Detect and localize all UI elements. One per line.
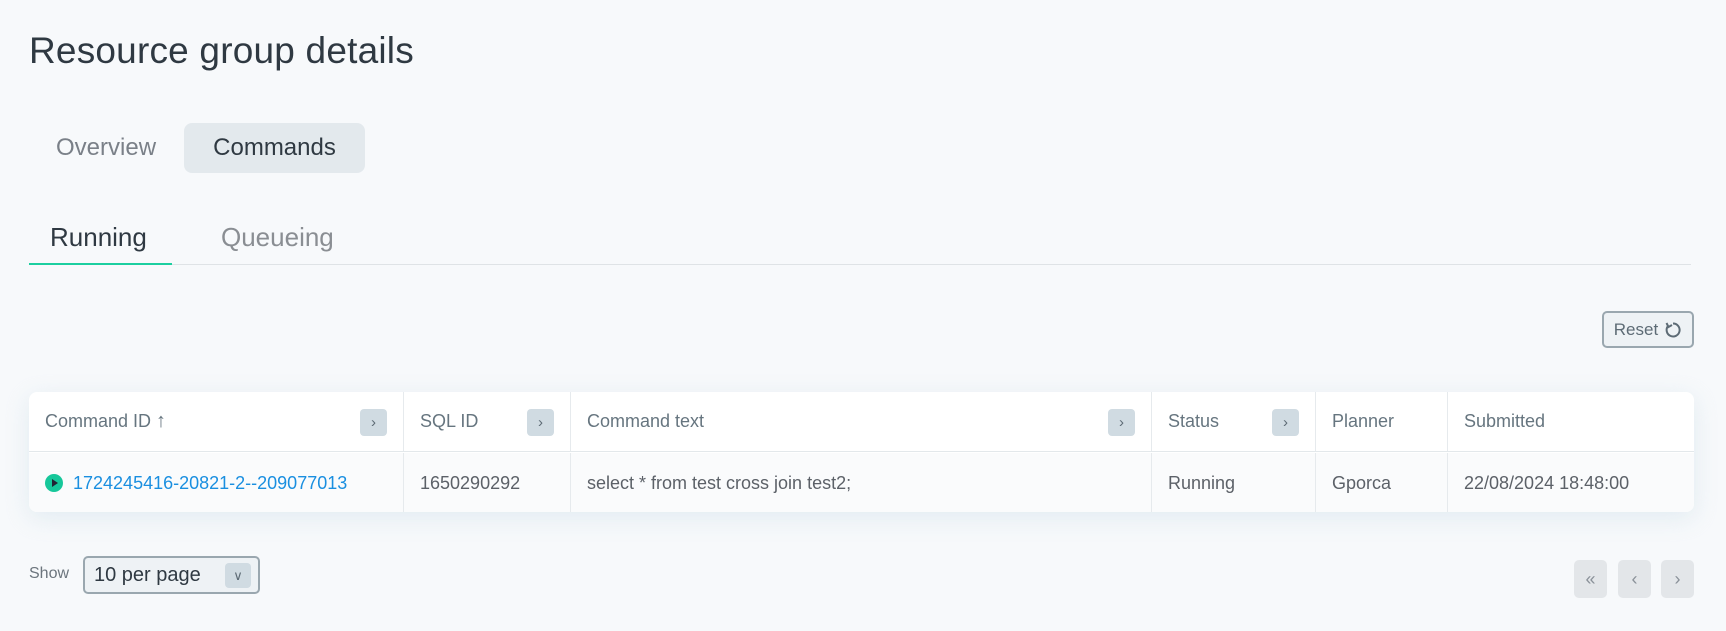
chevron-right-icon: › <box>1674 568 1681 589</box>
page-size-value: 10 per page <box>94 563 201 586</box>
table-row: 1724245416-20821-2--209077013 1650290292… <box>29 453 1694 512</box>
command-id-link[interactable]: 1724245416-20821-2--209077013 <box>73 473 347 494</box>
subtab-running[interactable]: Running <box>50 222 147 253</box>
next-page-button[interactable]: › <box>1661 560 1694 598</box>
header-command-id[interactable]: Command ID ↑ › <box>29 392 404 451</box>
header-status[interactable]: Status › <box>1152 392 1316 451</box>
header-planner[interactable]: Planner <box>1316 392 1448 451</box>
chevron-left-icon: ‹ <box>1631 568 1638 589</box>
reset-button[interactable]: Reset <box>1602 311 1694 348</box>
previous-page-button[interactable]: ‹ <box>1618 560 1651 598</box>
sort-ascending-icon: ↑ <box>156 410 167 432</box>
cell-planner: Gporca <box>1316 453 1448 512</box>
header-command-text[interactable]: Command text › <box>571 392 1152 451</box>
chevron-down-icon: ∨ <box>225 563 251 588</box>
header-submitted[interactable]: Submitted <box>1448 392 1694 451</box>
expand-column-icon[interactable]: › <box>360 409 387 436</box>
subtab-queueing[interactable]: Queueing <box>221 222 334 253</box>
page-size-select[interactable]: 10 per page ∨ <box>83 556 260 594</box>
subtab-divider <box>29 264 1691 265</box>
tab-overview[interactable]: Overview <box>29 123 183 173</box>
running-icon <box>45 474 63 492</box>
table-header-row: Command ID ↑ › SQL ID › Command text › Stat… <box>29 392 1694 452</box>
cell-command-text: select * from test cross join test2; <box>571 453 1152 512</box>
first-page-button[interactable]: « <box>1574 560 1607 598</box>
reset-label: Reset <box>1613 319 1659 339</box>
expand-column-icon[interactable]: › <box>1108 409 1135 436</box>
show-label: Show <box>29 565 70 582</box>
double-chevron-left-icon: « <box>1585 568 1596 589</box>
commands-table: Command ID ↑ › SQL ID › Command text › Stat… <box>29 392 1694 512</box>
cell-status: Running <box>1152 453 1316 512</box>
expand-column-icon[interactable]: › <box>1272 409 1299 436</box>
refresh-icon <box>1665 321 1681 337</box>
expand-column-icon[interactable]: › <box>527 409 554 436</box>
active-subtab-indicator <box>29 263 172 265</box>
tab-commands[interactable]: Commands <box>184 123 365 173</box>
header-sql-id[interactable]: SQL ID › <box>404 392 571 451</box>
cell-submitted: 22/08/2024 18:48:00 <box>1464 472 1630 493</box>
cell-command-id: 1724245416-20821-2--209077013 <box>29 453 404 512</box>
page-title: Resource group details <box>29 30 414 71</box>
cell-sql-id: 1650290292 <box>404 453 571 512</box>
